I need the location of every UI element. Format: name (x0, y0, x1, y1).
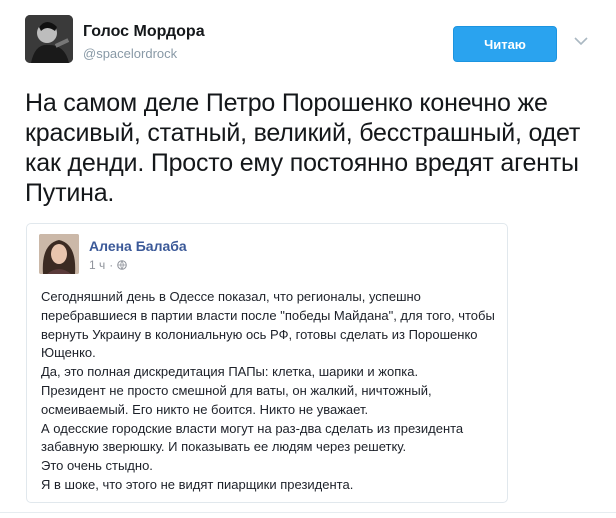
post-paragraph: Сегодняшний день в Одессе показал, что р… (41, 289, 495, 361)
embedded-post-card[interactable]: Алена Балаба 1 ч · Сегодняшний день в Од… (26, 223, 508, 503)
tweet-header: Голос Мордора @spacelordrock Читаю (0, 0, 616, 80)
post-paragraph: Это очень стыдно. (41, 458, 153, 474)
author-name[interactable]: Голос Мордора (83, 23, 205, 41)
globe-icon (117, 260, 128, 270)
embedded-author-name[interactable]: Алена Балаба (89, 238, 187, 254)
author-handle[interactable]: @spacelordrock (83, 46, 177, 61)
author-avatar[interactable] (25, 15, 73, 63)
post-paragraph: Да, это полная дискредитация ПАПы: клетк… (41, 364, 419, 380)
post-paragraph: А одесские городские власти могут на раз… (41, 420, 464, 455)
tweet-text: На самом деле Петро Порошенко конечно же… (25, 89, 581, 207)
embedded-post-meta: 1 ч · (89, 258, 128, 272)
follow-button[interactable]: Читаю (453, 26, 557, 62)
embedded-author-avatar[interactable] (39, 234, 79, 274)
chevron-down-icon[interactable] (574, 36, 588, 46)
post-paragraph: Я в шоке, что этого не видят пиарщики пр… (41, 476, 354, 492)
meta-separator: · (109, 258, 114, 272)
post-paragraph: Президент не просто смешной для ваты, он… (41, 382, 432, 417)
divider (0, 512, 616, 513)
embedded-post-body: Сегодняшний день в Одессе показал, что р… (41, 288, 501, 495)
post-time[interactable]: 1 ч (89, 258, 105, 272)
